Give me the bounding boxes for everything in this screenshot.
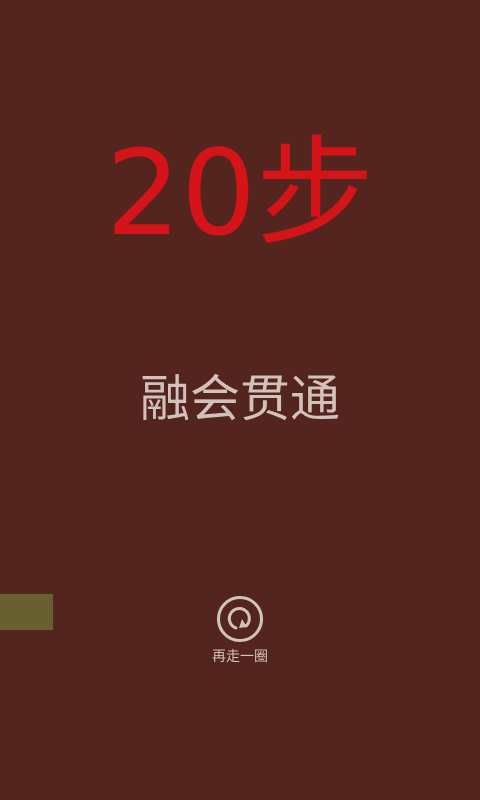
replay-label: 再走一圈 <box>212 649 268 665</box>
side-tab[interactable] <box>0 594 53 630</box>
rank-title: 融会贯通 <box>140 370 340 428</box>
step-count: 20步 <box>105 124 375 262</box>
result-screen: 20步 融会贯通 再走一圈 <box>0 0 480 800</box>
replay-button[interactable]: 再走一圈 <box>190 594 290 674</box>
replay-icon <box>217 596 263 642</box>
